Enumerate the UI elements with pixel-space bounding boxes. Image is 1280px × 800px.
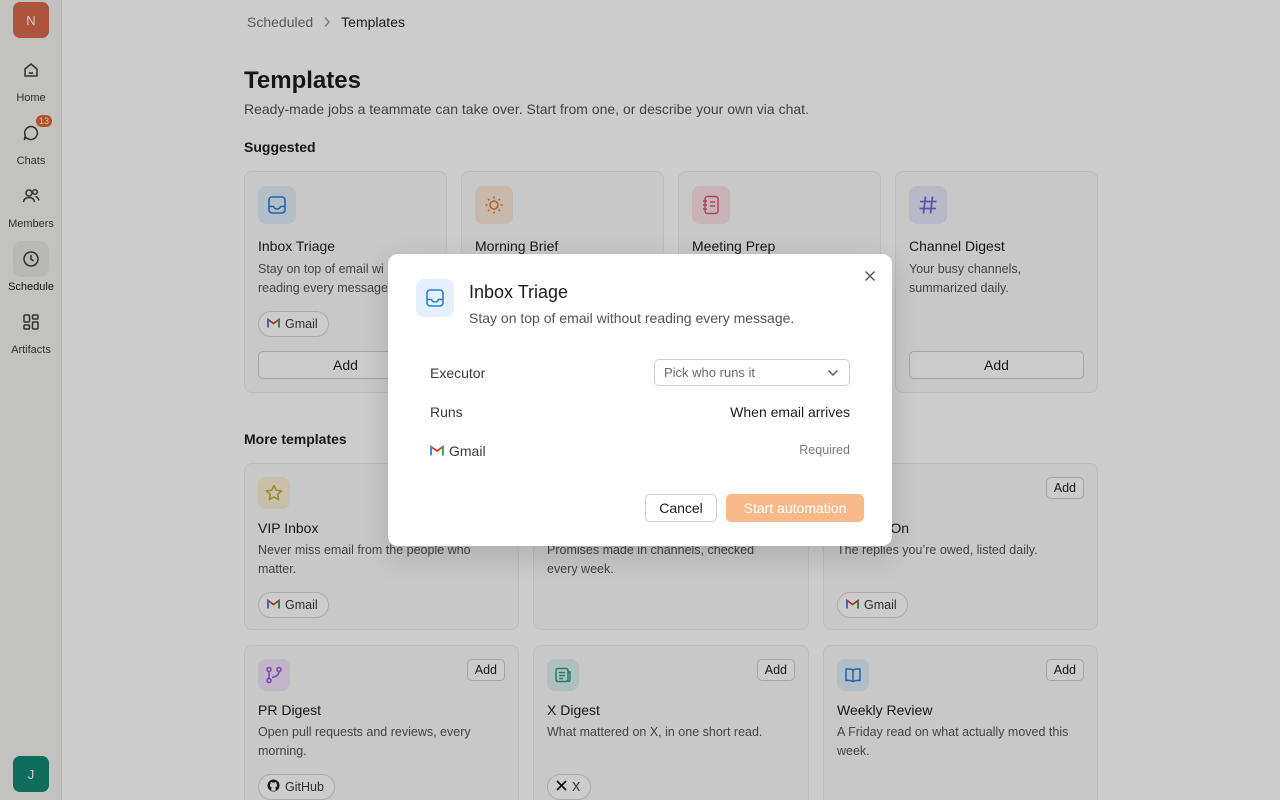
cancel-button[interactable]: Cancel	[645, 494, 717, 522]
modal-title: Inbox Triage	[469, 282, 569, 302]
runs-label: Runs	[430, 404, 463, 420]
template-modal: Inbox Triage Stay on top of email withou…	[388, 254, 892, 546]
modal-subtitle: Stay on top of email without reading eve…	[469, 310, 795, 326]
integration-gmail: Gmail	[430, 443, 486, 459]
start-automation-button[interactable]: Start automation	[726, 494, 864, 522]
runs-value: When email arrives	[730, 404, 850, 420]
executor-placeholder: Pick who runs it	[664, 365, 756, 380]
gmail-icon	[430, 443, 444, 459]
required-label: Required	[799, 443, 850, 457]
inbox-icon	[416, 279, 454, 317]
close-icon[interactable]	[862, 268, 878, 284]
executor-label: Executor	[430, 365, 486, 381]
executor-select[interactable]: Pick who runs it	[654, 359, 850, 386]
chevron-down-icon	[827, 365, 839, 380]
